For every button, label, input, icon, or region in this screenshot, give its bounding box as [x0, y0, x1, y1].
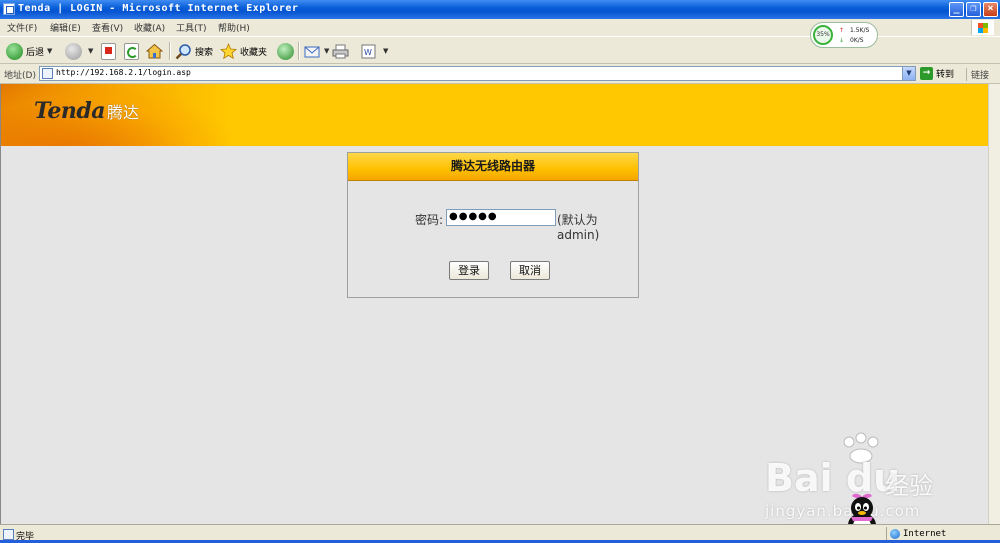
chevron-down-icon[interactable]: ▼ — [47, 47, 52, 55]
svg-text:W: W — [364, 48, 372, 57]
vertical-scrollbar[interactable] — [988, 84, 1000, 524]
window-title: Tenda | LOGIN - Microsoft Internet Explo… — [18, 3, 299, 14]
maximize-button[interactable]: ❐ — [966, 2, 981, 17]
stop-button[interactable] — [101, 41, 119, 61]
word-edit-icon: W — [360, 43, 377, 60]
home-button[interactable] — [145, 41, 166, 61]
menu-edit[interactable]: 编辑(E) — [50, 21, 81, 34]
login-button[interactable]: 登录 — [449, 261, 489, 280]
tenda-banner: Tenda 腾达 — [1, 84, 988, 146]
password-input[interactable]: ●●●●● — [446, 209, 556, 226]
close-button[interactable]: × — [983, 2, 998, 17]
back-arrow-icon — [6, 42, 23, 60]
chevron-down-icon[interactable]: ▼ — [88, 47, 93, 55]
go-button[interactable]: → 转到 — [920, 67, 954, 80]
address-url[interactable]: http://192.168.2.1/login.asp — [56, 68, 191, 77]
menu-favorites[interactable]: 收藏(A) — [134, 21, 165, 34]
page-done-icon — [3, 529, 14, 540]
go-arrow-icon: → — [920, 67, 933, 80]
back-button[interactable]: 后退 ▼ — [6, 41, 52, 61]
address-bar: 地址(D) http://192.168.2.1/login.asp ▼ → 转… — [0, 64, 1000, 84]
minimize-button[interactable]: _ — [949, 2, 964, 17]
zone-text: Internet — [903, 529, 947, 539]
page-icon — [42, 68, 53, 79]
history-clock-icon — [277, 42, 294, 60]
mail-icon — [304, 43, 321, 60]
network-speed-widget[interactable]: 35% ↑ 1.5K/S ↓ 0K/S — [810, 22, 878, 48]
forward-button[interactable]: ▼ — [65, 41, 93, 61]
windows-logo-icon — [971, 20, 994, 35]
favorites-button[interactable]: 收藏夹 — [220, 41, 267, 61]
login-panel: 腾达无线路由器 密码: ●●●●● (默认为admin) 登录 取消 — [347, 152, 639, 298]
ie-page-icon — [3, 3, 15, 15]
menu-view[interactable]: 查看(V) — [92, 21, 123, 34]
chevron-down-icon[interactable]: ▼ — [324, 47, 329, 55]
print-button[interactable] — [332, 41, 352, 61]
cancel-button[interactable]: 取消 — [510, 261, 550, 280]
search-icon — [175, 43, 192, 60]
mail-button[interactable]: ▼ — [304, 41, 329, 61]
go-label: 转到 — [936, 70, 955, 80]
menu-file[interactable]: 文件(F) — [7, 21, 37, 34]
address-label: 地址(D) — [4, 71, 36, 81]
history-button[interactable] — [277, 41, 297, 61]
cpu-usage-ring: 35% — [813, 25, 833, 45]
login-title: 腾达无线路由器 — [348, 153, 638, 181]
watermark-brand-cn: 经验 — [885, 472, 933, 500]
tenda-logo: Tenda 腾达 — [34, 98, 139, 124]
menu-tools[interactable]: 工具(T) — [176, 21, 207, 34]
menu-help[interactable]: 帮助(H) — [218, 21, 250, 34]
password-hint: (默认为admin) — [557, 213, 600, 242]
download-speed: ↓ 0K/S — [839, 37, 864, 44]
logo-text-cn: 腾达 — [106, 103, 139, 122]
refresh-icon — [124, 42, 139, 60]
toolbar-separator — [298, 42, 300, 60]
toolbar-separator — [169, 42, 171, 60]
upload-speed: ↑ 1.5K/S — [839, 27, 870, 34]
upload-speed-value: 1.5K/S — [850, 27, 870, 34]
search-button[interactable]: 搜索 — [175, 41, 213, 61]
chevron-down-icon[interactable]: ▼ — [383, 47, 388, 55]
refresh-button[interactable] — [124, 41, 142, 61]
printer-icon — [332, 43, 349, 60]
password-label: 密码: — [415, 213, 444, 227]
links-button[interactable]: 链接 — [966, 68, 989, 81]
logo-text-en: Tenda — [34, 98, 105, 124]
forward-arrow-icon — [65, 42, 82, 60]
favorites-label: 收藏夹 — [240, 47, 268, 58]
stop-icon — [101, 42, 116, 60]
address-input[interactable]: http://192.168.2.1/login.asp ▼ — [39, 66, 916, 81]
edit-button[interactable]: W ▼ — [360, 41, 388, 61]
address-dropdown-icon[interactable]: ▼ — [902, 67, 915, 80]
back-label: 后退 — [26, 47, 45, 58]
home-icon — [145, 43, 164, 60]
download-speed-value: 0K/S — [850, 37, 864, 44]
window-title-bar[interactable]: Tenda | LOGIN - Microsoft Internet Explo… — [0, 0, 1000, 19]
favorites-star-icon — [220, 42, 237, 60]
internet-globe-icon — [890, 529, 900, 539]
search-label: 搜索 — [195, 47, 214, 58]
